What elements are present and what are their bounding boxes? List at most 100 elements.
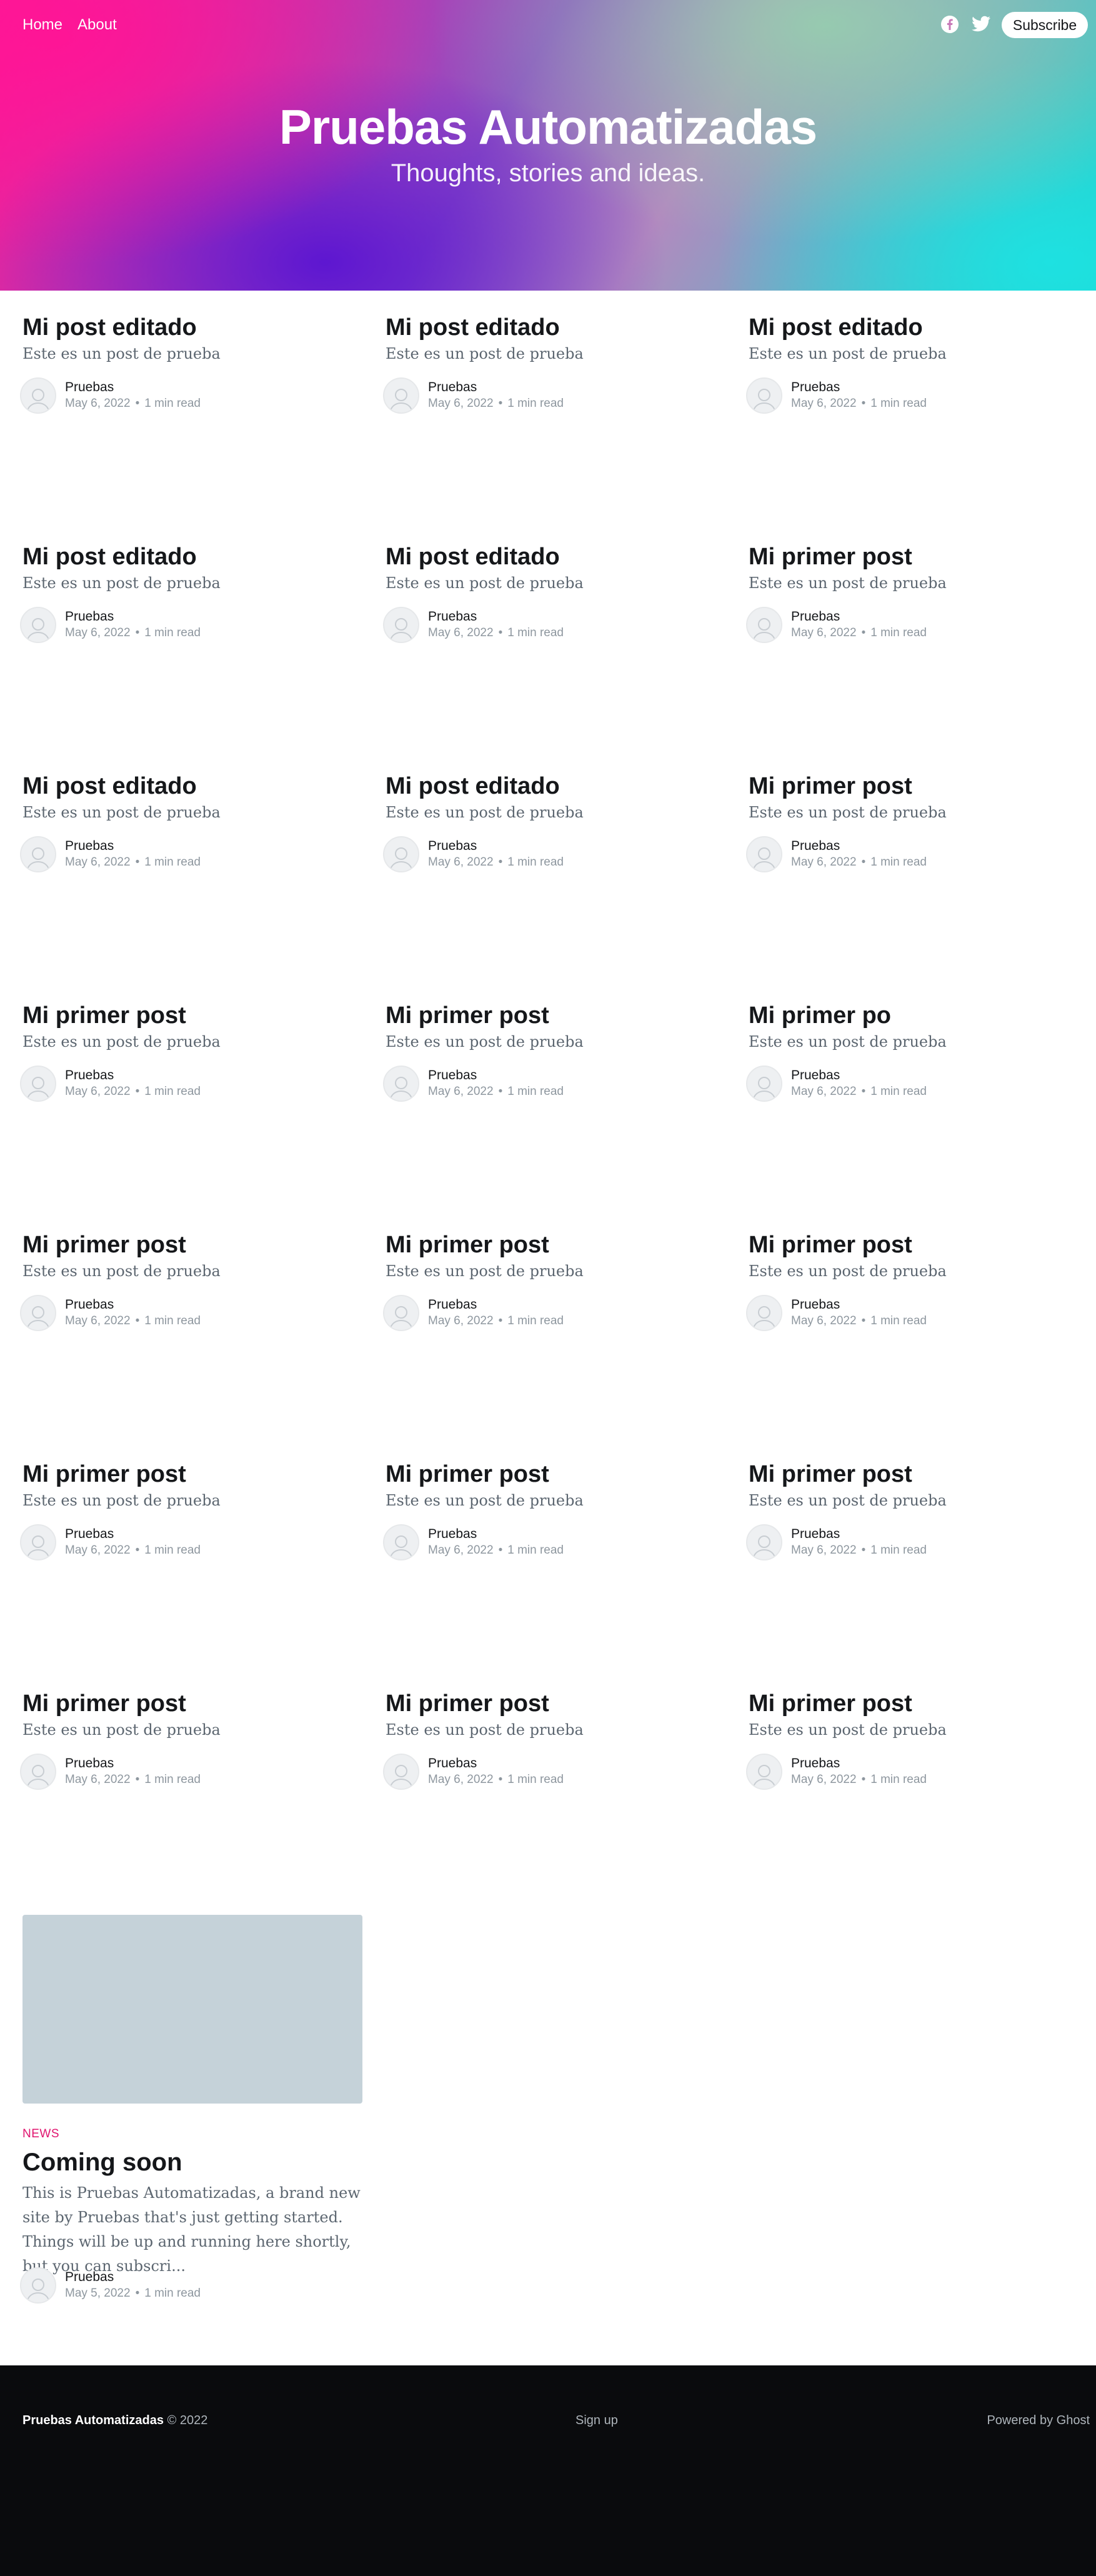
post-card[interactable]: Mi primer post Este es un post de prueba P…: [383, 1459, 735, 1584]
avatar[interactable]: [20, 1754, 56, 1790]
post-title[interactable]: Mi post editado: [749, 312, 923, 342]
avatar[interactable]: [383, 1066, 419, 1102]
author-name[interactable]: Pruebas: [791, 1526, 927, 1542]
avatar[interactable]: [20, 607, 56, 643]
post-excerpt[interactable]: This is Pruebas Automatizadas, a brand n…: [22, 2181, 372, 2279]
twitter-icon[interactable]: [970, 14, 992, 35]
post-title[interactable]: Mi primer post: [749, 542, 912, 572]
post-excerpt[interactable]: Este es un post de prueba: [749, 1033, 947, 1051]
author-name[interactable]: Pruebas: [428, 379, 564, 396]
author-name[interactable]: Pruebas: [791, 1755, 927, 1772]
post-title[interactable]: Mi post editado: [386, 771, 560, 801]
subscribe-button[interactable]: Subscribe: [1002, 12, 1088, 38]
avatar[interactable]: [746, 836, 782, 872]
avatar[interactable]: [20, 1066, 56, 1102]
author-name[interactable]: Pruebas: [428, 1526, 564, 1542]
author-name[interactable]: Pruebas: [428, 1067, 564, 1084]
post-card[interactable]: Mi primer po Este es un post de prueba Pru…: [746, 1001, 1096, 1126]
avatar[interactable]: [383, 377, 419, 414]
post-excerpt[interactable]: Este es un post de prueba: [386, 1262, 584, 1280]
author-name[interactable]: Pruebas: [65, 1297, 201, 1313]
avatar[interactable]: [746, 607, 782, 643]
post-card[interactable]: Mi post editado Este es un post de prueba…: [383, 771, 735, 896]
post-title[interactable]: Mi primer post: [22, 1689, 186, 1719]
post-card[interactable]: Mi primer post Este es un post de prueba P…: [746, 542, 1096, 667]
footer-site-name[interactable]: Pruebas Automatizadas: [22, 2414, 164, 2427]
post-title[interactable]: Mi primer post: [386, 1001, 549, 1031]
avatar[interactable]: [746, 1295, 782, 1331]
author-name[interactable]: Pruebas: [65, 838, 201, 854]
post-title[interactable]: Mi primer post: [22, 1230, 186, 1260]
post-tag[interactable]: NEWS: [22, 2127, 59, 2141]
facebook-icon[interactable]: [939, 14, 960, 35]
post-excerpt[interactable]: Este es un post de prueba: [22, 345, 221, 362]
post-title[interactable]: Mi post editado: [22, 312, 197, 342]
post-excerpt[interactable]: Este es un post de prueba: [386, 1721, 584, 1739]
post-excerpt[interactable]: Este es un post de prueba: [22, 804, 221, 821]
post-excerpt[interactable]: Este es un post de prueba: [386, 804, 584, 821]
post-title[interactable]: Coming soon: [22, 2147, 182, 2177]
powered-by-ghost-link[interactable]: Powered by Ghost: [987, 2414, 1090, 2428]
post-excerpt[interactable]: Este es un post de prueba: [749, 574, 947, 592]
post-title[interactable]: Mi post editado: [386, 312, 560, 342]
author-name[interactable]: Pruebas: [65, 1067, 201, 1084]
avatar[interactable]: [746, 1754, 782, 1790]
post-card[interactable]: Mi primer post Este es un post de prueba P…: [746, 771, 1096, 896]
post-card[interactable]: Mi primer post Este es un post de prueba P…: [746, 1459, 1096, 1584]
avatar[interactable]: [746, 1066, 782, 1102]
post-title[interactable]: Mi post editado: [22, 771, 197, 801]
author-name[interactable]: Pruebas: [65, 2269, 201, 2285]
author-name[interactable]: Pruebas: [65, 609, 201, 625]
avatar[interactable]: [383, 1524, 419, 1560]
author-name[interactable]: Pruebas: [65, 1755, 201, 1772]
post-excerpt[interactable]: Este es un post de prueba: [749, 804, 947, 821]
post-title[interactable]: Mi primer post: [386, 1689, 549, 1719]
author-name[interactable]: Pruebas: [428, 609, 564, 625]
post-title[interactable]: Mi primer post: [22, 1459, 186, 1489]
post-card[interactable]: Mi post editado Este es un post de prueba…: [383, 542, 735, 667]
author-name[interactable]: Pruebas: [65, 379, 201, 396]
post-title[interactable]: Mi post editado: [22, 542, 197, 572]
nav-home[interactable]: Home: [22, 16, 62, 34]
post-title[interactable]: Mi primer post: [749, 1459, 912, 1489]
post-excerpt[interactable]: Este es un post de prueba: [22, 1033, 221, 1051]
footer-signup-link[interactable]: Sign up: [575, 2414, 618, 2428]
post-excerpt[interactable]: Este es un post de prueba: [386, 345, 584, 362]
post-title[interactable]: Mi primer post: [749, 1689, 912, 1719]
post-card[interactable]: Mi primer post Este es un post de prueba P…: [746, 1689, 1096, 1814]
post-card[interactable]: Mi primer post Este es un post de prueba P…: [383, 1001, 735, 1126]
post-excerpt[interactable]: Este es un post de prueba: [386, 1492, 584, 1509]
avatar[interactable]: [383, 836, 419, 872]
post-card[interactable]: Mi primer post Este es un post de prueba P…: [746, 1230, 1096, 1355]
post-excerpt[interactable]: Este es un post de prueba: [22, 1262, 221, 1280]
post-card[interactable]: Mi primer post Este es un post de prueba P…: [20, 1230, 372, 1355]
post-title[interactable]: Mi primer post: [749, 1230, 912, 1260]
author-name[interactable]: Pruebas: [791, 1067, 927, 1084]
post-excerpt[interactable]: Este es un post de prueba: [386, 1033, 584, 1051]
post-title[interactable]: Mi primer post: [749, 771, 912, 801]
avatar[interactable]: [20, 836, 56, 872]
avatar[interactable]: [383, 1295, 419, 1331]
post-feature-image[interactable]: [22, 1915, 362, 2104]
post-card[interactable]: Mi post editado Este es un post de prueba…: [20, 771, 372, 896]
post-excerpt[interactable]: Este es un post de prueba: [22, 1721, 221, 1739]
author-name[interactable]: Pruebas: [791, 838, 927, 854]
post-card[interactable]: Mi post editado Este es un post de prueba…: [383, 312, 735, 437]
avatar[interactable]: [746, 377, 782, 414]
post-excerpt[interactable]: Este es un post de prueba: [22, 574, 221, 592]
post-card[interactable]: Mi post editado Este es un post de prueba…: [20, 312, 372, 437]
post-excerpt[interactable]: Este es un post de prueba: [749, 345, 947, 362]
author-name[interactable]: Pruebas: [428, 838, 564, 854]
author-name[interactable]: Pruebas: [791, 1297, 927, 1313]
post-title[interactable]: Mi primer post: [386, 1459, 549, 1489]
post-card[interactable]: Mi primer post Este es un post de prueba P…: [20, 1001, 372, 1126]
author-name[interactable]: Pruebas: [791, 609, 927, 625]
post-card[interactable]: Mi primer post Este es un post de prueba P…: [20, 1689, 372, 1814]
post-title[interactable]: Mi primer po: [749, 1001, 891, 1031]
avatar[interactable]: [383, 1754, 419, 1790]
post-excerpt[interactable]: Este es un post de prueba: [386, 574, 584, 592]
author-name[interactable]: Pruebas: [428, 1297, 564, 1313]
author-name[interactable]: Pruebas: [65, 1526, 201, 1542]
author-name[interactable]: Pruebas: [428, 1755, 564, 1772]
nav-about[interactable]: About: [77, 16, 117, 34]
